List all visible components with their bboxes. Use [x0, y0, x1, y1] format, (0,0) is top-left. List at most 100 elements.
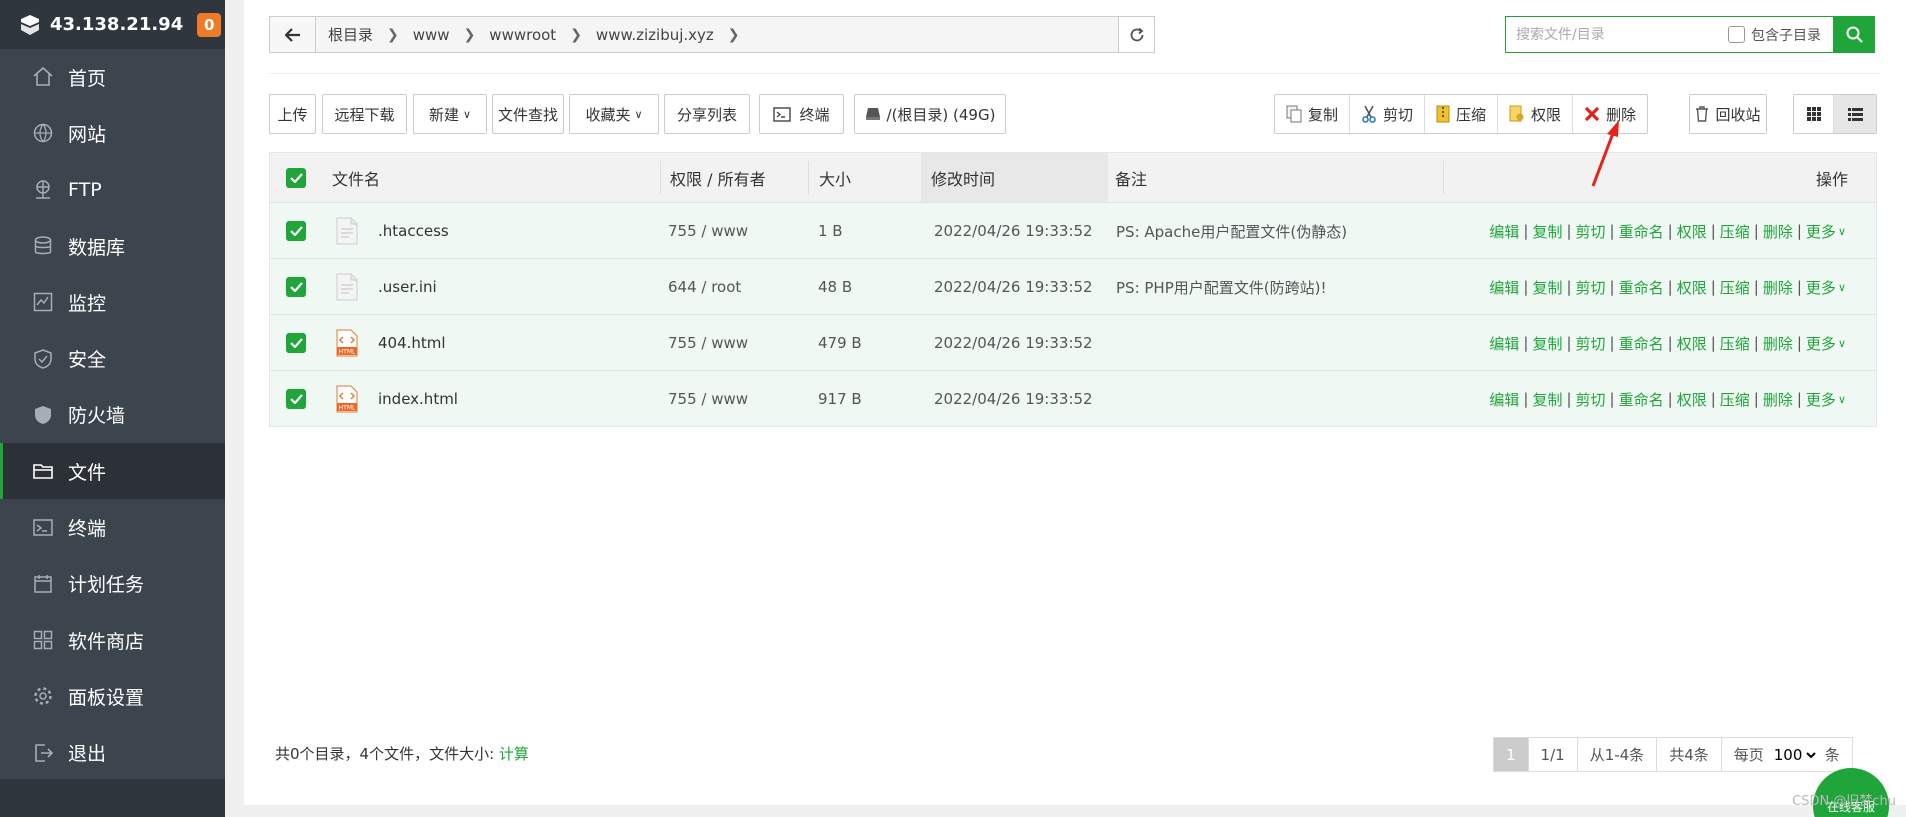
refresh-button[interactable] [1118, 17, 1154, 52]
sidebar-item-3[interactable]: 数据库 [0, 218, 225, 274]
sidebar-item-2[interactable]: FTP [0, 162, 225, 218]
sidebar-item-4[interactable]: 监控 [0, 274, 225, 330]
gear-icon [32, 685, 54, 707]
row-op-0[interactable]: 编辑 [1489, 389, 1519, 410]
page-current[interactable]: 1 [1494, 738, 1529, 771]
table-row[interactable]: HTML index.html 755 / www 917 B 2022/04/26 1… [270, 370, 1876, 426]
file-name[interactable]: 404.html [378, 315, 446, 371]
row-op-0[interactable]: 编辑 [1489, 277, 1519, 298]
table-row[interactable]: .htaccess 755 / www 1 B 2022/04/26 19:33:52… [270, 202, 1876, 258]
disk-button[interactable]: /(根目录) (49G) [854, 94, 1006, 134]
row-op-1[interactable]: 复制 [1532, 389, 1562, 410]
list-view-button[interactable] [1834, 95, 1876, 133]
row-op-0[interactable]: 编辑 [1489, 333, 1519, 354]
sidebar-item-11[interactable]: 面板设置 [0, 668, 225, 724]
sidebar-item-8[interactable]: 终端 [0, 499, 225, 555]
row-op-5[interactable]: 压缩 [1720, 389, 1750, 410]
row-checkbox[interactable] [286, 333, 306, 353]
row-op-6[interactable]: 删除 [1763, 389, 1793, 410]
search-input[interactable] [1506, 18, 1726, 51]
batch-cut-button[interactable]: 剪切 [1350, 95, 1426, 133]
row-op-4[interactable]: 权限 [1677, 221, 1707, 242]
per-page-select[interactable]: 100 [1769, 744, 1819, 765]
row-op-2[interactable]: 剪切 [1576, 221, 1606, 242]
remote-download-button[interactable]: 远程下载 [322, 94, 407, 134]
file-permission[interactable]: 644 / root [668, 259, 741, 315]
breadcrumb-www[interactable]: www [409, 26, 454, 44]
file-permission[interactable]: 755 / www [668, 315, 748, 371]
batch-permission-button[interactable]: 权限 [1498, 95, 1574, 133]
calculate-size-link[interactable]: 计算 [499, 745, 529, 763]
row-op-5[interactable]: 压缩 [1720, 221, 1750, 242]
row-op-1[interactable]: 复制 [1532, 277, 1562, 298]
header-ops: 操作 [1815, 169, 1848, 189]
select-all-cell [286, 153, 306, 202]
row-op-5[interactable]: 压缩 [1720, 333, 1750, 354]
breadcrumb-wwwroot[interactable]: wwwroot [485, 26, 560, 44]
row-op-5[interactable]: 压缩 [1720, 277, 1750, 298]
recycle-bin-button[interactable]: 回收站 [1689, 94, 1767, 134]
batch-compress-button[interactable]: 压缩 [1425, 95, 1499, 133]
file-name[interactable]: .user.ini [378, 259, 437, 315]
row-op-2[interactable]: 剪切 [1576, 277, 1606, 298]
select-all-checkbox[interactable] [286, 167, 306, 188]
row-op-2[interactable]: 剪切 [1576, 333, 1606, 354]
back-button[interactable] [270, 17, 316, 52]
row-op-3[interactable]: 重命名 [1619, 389, 1664, 410]
header-permission[interactable]: 权限 / 所有者 [670, 153, 766, 202]
breadcrumb-site[interactable]: www.zizibuj.xyz [592, 26, 718, 44]
sidebar-item-5[interactable]: 安全 [0, 330, 225, 386]
row-op-6[interactable]: 删除 [1763, 333, 1793, 354]
row-op-6[interactable]: 删除 [1763, 221, 1793, 242]
row-op-4[interactable]: 权限 [1677, 277, 1707, 298]
op-separator: | [1523, 222, 1529, 240]
row-checkbox[interactable] [286, 389, 306, 409]
row-op-7[interactable]: 更多 [1806, 333, 1836, 354]
table-row[interactable]: HTML 404.html 755 / www 479 B 2022/04/26 19:… [270, 314, 1876, 370]
file-permission[interactable]: 755 / www [668, 203, 748, 259]
share-list-button[interactable]: 分享列表 [664, 94, 750, 134]
file-mtime: 2022/04/26 19:33:52 [934, 222, 1093, 240]
sidebar-item-0[interactable]: 首页 [0, 49, 225, 105]
terminal-button[interactable]: 终端 [759, 94, 844, 134]
table-row[interactable]: .user.ini 644 / root 48 B 2022/04/26 19:33:… [270, 258, 1876, 314]
row-op-7[interactable]: 更多 [1806, 277, 1836, 298]
breadcrumb-root[interactable]: 根目录 [324, 24, 377, 45]
row-checkbox[interactable] [286, 277, 306, 297]
row-op-3[interactable]: 重命名 [1619, 333, 1664, 354]
header-name[interactable]: 文件名 [332, 153, 380, 202]
sidebar-item-1[interactable]: 网站 [0, 105, 225, 161]
row-op-4[interactable]: 权限 [1677, 333, 1707, 354]
row-op-6[interactable]: 删除 [1763, 277, 1793, 298]
favorites-dropdown[interactable]: 收藏夹 ∨ [569, 94, 659, 134]
upload-button[interactable]: 上传 [269, 94, 316, 134]
row-op-7[interactable]: 更多 [1806, 389, 1836, 410]
row-op-4[interactable]: 权限 [1677, 389, 1707, 410]
row-op-0[interactable]: 编辑 [1489, 221, 1519, 242]
sidebar-item-10[interactable]: 软件商店 [0, 612, 225, 668]
file-permission[interactable]: 755 / www [668, 371, 748, 427]
header-size[interactable]: 大小 [819, 153, 851, 202]
sidebar-item-7[interactable]: 文件 [0, 443, 225, 500]
include-subdir-toggle[interactable]: 包含子目录 [1728, 25, 1821, 45]
header-modified[interactable]: 修改时间 [921, 153, 1108, 202]
notification-badge[interactable]: 0 [197, 12, 222, 37]
row-op-3[interactable]: 重命名 [1619, 221, 1664, 242]
file-name[interactable]: index.html [378, 371, 458, 427]
file-name[interactable]: .htaccess [378, 203, 449, 259]
row-op-7[interactable]: 更多 [1806, 221, 1836, 242]
include-subdir-checkbox[interactable] [1728, 26, 1745, 43]
row-op-3[interactable]: 重命名 [1619, 277, 1664, 298]
row-checkbox[interactable] [286, 221, 306, 241]
batch-copy-button[interactable]: 复制 [1275, 95, 1351, 133]
file-find-button[interactable]: 文件查找 [492, 94, 564, 134]
row-op-1[interactable]: 复制 [1532, 221, 1562, 242]
sidebar-item-6[interactable]: 防火墙 [0, 387, 225, 443]
new-dropdown[interactable]: 新建 ∨ [413, 94, 487, 134]
sidebar-item-12[interactable]: 退出 [0, 725, 225, 781]
grid-view-button[interactable] [1794, 95, 1834, 133]
row-op-1[interactable]: 复制 [1532, 333, 1562, 354]
sidebar-item-9[interactable]: 计划任务 [0, 556, 225, 612]
row-op-2[interactable]: 剪切 [1576, 389, 1606, 410]
search-button[interactable] [1833, 16, 1875, 53]
